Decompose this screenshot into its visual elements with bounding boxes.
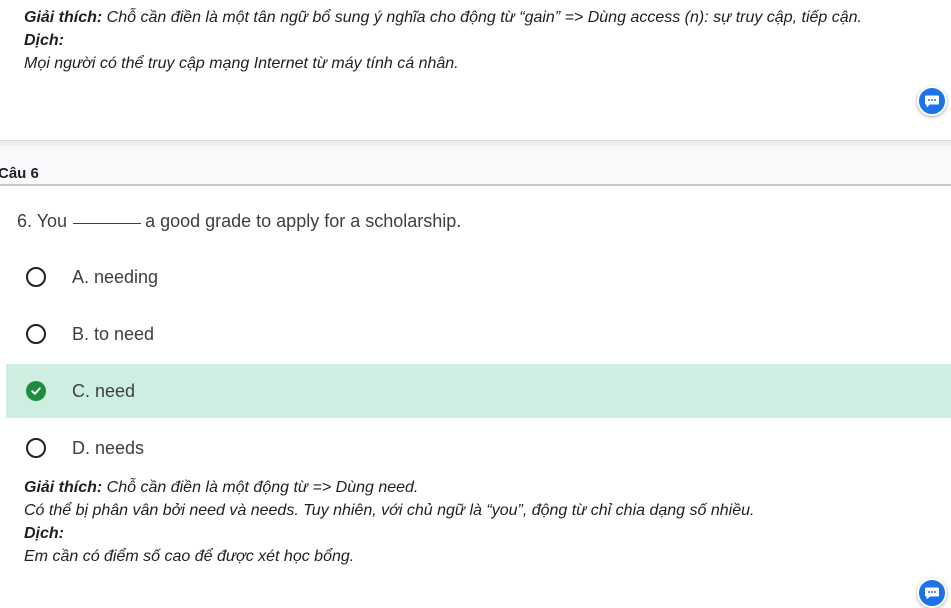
radio-empty-icon[interactable] (26, 438, 46, 458)
comment-button[interactable] (917, 578, 947, 608)
explain-line: Giải thích: Chỗ cần điền là một động từ … (24, 476, 924, 499)
radio-empty-icon[interactable] (26, 324, 46, 344)
explain-text: Chỗ cần điền là một tân ngữ bổ sung ý ng… (102, 9, 862, 26)
question-after-blank: a good grade to apply for a scholarship. (145, 211, 462, 231)
question-text: 6. You a good grade to apply for a schola… (17, 211, 461, 232)
option-a[interactable]: A. needing (6, 250, 951, 304)
option-c-correct[interactable]: C. need (6, 364, 951, 418)
chat-bubble-icon (925, 95, 939, 108)
explain-label: Giải thích: (24, 479, 103, 496)
option-label: B. to need (72, 323, 155, 344)
question-number: Câu 6 (0, 165, 39, 182)
previous-explanation: Giải thích: Chỗ cần điền là một tân ngữ … (24, 6, 924, 75)
answer-blank (73, 223, 142, 224)
chat-bubble-icon (925, 587, 939, 600)
comment-button[interactable] (917, 86, 947, 116)
answer-explanation: Giải thích: Chỗ cần điền là một động từ … (24, 476, 924, 568)
option-d[interactable]: D. needs (6, 421, 951, 475)
question-before-blank: 6. You (17, 211, 68, 231)
translate-text: Em cần có điểm số cao để được xét học bổ… (24, 548, 355, 565)
radio-empty-icon[interactable] (26, 267, 46, 287)
explain-extra-text: Có thể bị phân vân bởi need và needs. Tu… (24, 502, 755, 519)
translate-text: Mọi người có thể truy cập mạng Internet … (24, 55, 459, 72)
translate-label: Dịch: (24, 525, 64, 542)
previous-explain-line: Giải thích: Chỗ cần điền là một tân ngữ … (24, 6, 924, 29)
option-label: C. need (72, 380, 136, 401)
option-label: D. needs (72, 437, 145, 458)
option-b[interactable]: B. to need (6, 307, 951, 361)
explain-label: Giải thích: (24, 9, 103, 26)
question-header: Câu 6 (0, 146, 951, 186)
quiz-page: Giải thích: Chỗ cần điền là một tân ngữ … (0, 0, 951, 608)
explain-text: Chỗ cần điền là một động từ => Dùng need… (102, 479, 419, 496)
translate-label: Dịch: (24, 32, 64, 49)
option-label: A. needing (72, 266, 159, 287)
check-circle-icon[interactable] (26, 381, 46, 401)
